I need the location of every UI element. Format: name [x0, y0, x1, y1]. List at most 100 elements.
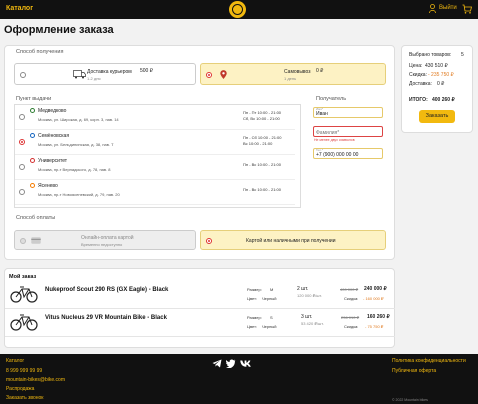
pickup-point-hours: Пн - Вс 10:00 - 21:00 [243, 187, 281, 192]
product-unit-price: 53 420 ₽/шт. [301, 321, 324, 326]
delivery-section-title: Способ получения [16, 49, 64, 55]
metro-icon [30, 158, 35, 163]
online-payment-label: Онлайн-оплата картой [81, 235, 134, 241]
copyright: © 2022 Mountain bikes [392, 398, 428, 402]
courier-price: 500 ₽ [140, 68, 153, 74]
vk-icon[interactable] [240, 359, 252, 368]
pickup-point-hours: Пн - Вс 10:00 - 21:00 [243, 162, 281, 167]
product-discount-value: - 160 000 ₽ [363, 296, 384, 301]
delivery-option-pickup[interactable]: Самовывоз 0 ₽ 1 день [200, 63, 386, 85]
summary-items-label: Выбрано товаров: [409, 52, 452, 58]
last-name-placeholder: Фамилия* [316, 130, 340, 136]
pickup-point-name: Ясенево [38, 183, 58, 189]
pickup-point-address: Москва, ул. Бельдининская, д. 38, пав. Т [38, 142, 114, 147]
footer-callback-link[interactable]: Заказать звонок [6, 395, 43, 401]
product-qty: 2 шт. [297, 286, 309, 292]
summary-total-value: 400 260 ₽ [432, 97, 455, 103]
pickup-point-item[interactable]: Университет Москва, пр-т Вернадского, д.… [15, 155, 295, 180]
product-unit-price: 120 000 ₽/шт. [297, 293, 322, 298]
pickup-point-radio[interactable] [19, 189, 25, 195]
pickup-point-hours: Вс 10:00 - 21:00 [243, 141, 273, 146]
summary-delivery-label: Доставка: [409, 81, 432, 87]
pickup-price: 0 ₽ [316, 68, 324, 74]
pickup-point-radio[interactable] [19, 164, 25, 170]
page-title: Оформление заказа [4, 24, 114, 36]
courier-label: Доставка курьером [87, 69, 132, 75]
product-name[interactable]: Nukeproof Scout 290 RS (GX Eagle) - Blac… [45, 287, 168, 293]
logout-link[interactable]: Выйти [439, 5, 457, 11]
place-order-button[interactable]: Заказать [419, 110, 455, 123]
first-name-value: Иван [316, 111, 328, 117]
product-size-value: M [270, 287, 274, 292]
footer-catalog-link[interactable]: Каталог [6, 358, 24, 364]
product-color-label: Цвет: [247, 324, 258, 329]
logo-icon[interactable] [229, 1, 246, 18]
courier-days: 1-2 дня [87, 76, 101, 81]
product-discount-label: Скидка: [344, 296, 359, 301]
cash-payment-radio[interactable] [206, 238, 212, 244]
product-new-price: 160 260 ₽ [367, 314, 390, 320]
product-color-value: Черный [262, 296, 277, 301]
metro-icon [30, 183, 35, 188]
card-icon [31, 237, 41, 244]
product-new-price: 240 000 ₽ [364, 286, 387, 292]
product-old-price: 236 010 ₽ [341, 315, 360, 320]
metro-icon [30, 108, 35, 113]
courier-radio[interactable] [20, 72, 26, 78]
last-name-field[interactable]: Фамилия* [313, 126, 383, 137]
product-discount-label: Скидка: [344, 324, 359, 329]
online-payment-radio [20, 238, 26, 244]
catalog-link[interactable]: Каталог [6, 5, 33, 12]
pickup-points-title: Пункт выдачи [16, 96, 52, 102]
cash-payment-label: Картой или наличными при получении [246, 238, 336, 244]
summary-price-label: Цена: [409, 63, 423, 69]
row-divider [5, 336, 395, 337]
pickup-point-item[interactable]: Ясенево Москва, пр-т Новоясеневский, д. … [15, 180, 295, 205]
pickup-point-address: Москва, пр-т Новоясеневский, д. 79, пав.… [38, 192, 120, 197]
online-payment-note: Временно недоступно [81, 242, 123, 247]
pickup-label: Самовывоз [284, 69, 311, 75]
summary-items-value: 5 [461, 52, 464, 58]
pickup-point-name: Медведково [38, 108, 67, 114]
pickup-days: 1 день [284, 76, 297, 81]
summary-discount-value: - 235 750 ₽ [428, 72, 454, 78]
pickup-point-item[interactable]: Медведково Москва, ул. Широкая, д. 69, к… [15, 105, 295, 130]
bike-image[interactable] [9, 313, 39, 331]
footer-email[interactable]: mountain-bikes@bike.com [6, 377, 65, 383]
pickup-point-radio[interactable] [19, 114, 25, 120]
product-old-price: 400 000 ₽ [340, 287, 359, 292]
truck-icon [73, 70, 86, 79]
phone-value: +7 (900) 000 00 00 [316, 152, 359, 158]
pickup-points-list[interactable]: Медведково Москва, ул. Широкая, д. 69, к… [14, 104, 301, 208]
product-color-label: Цвет: [247, 296, 258, 301]
footer-sale-link[interactable]: Распродажа [6, 386, 34, 392]
delivery-option-courier[interactable]: Доставка курьером 500 ₽ 1-2 дня [14, 63, 196, 85]
my-order-title: Мой заказ [9, 274, 37, 280]
pickup-point-radio[interactable] [19, 139, 25, 145]
pickup-point-hours: Пн - Пт 10:00 - 21:00 [243, 110, 282, 115]
footer-phone[interactable]: 8 999 999 99 99 [6, 368, 42, 374]
site-footer: Каталог 8 999 999 99 99 mountain-bikes@b… [0, 354, 478, 404]
pickup-radio[interactable] [206, 72, 212, 78]
payment-option-online: Онлайн-оплата картой Временно недоступно [14, 230, 196, 250]
telegram-icon[interactable] [212, 359, 222, 368]
cart-icon[interactable] [462, 4, 472, 14]
pickup-point-hours: Сб, Вс 10:00 - 21:00 [243, 116, 280, 121]
phone-field[interactable]: Тел.* +7 (900) 000 00 00 [313, 148, 383, 159]
twitter-icon[interactable] [226, 359, 236, 368]
map-pin-icon [220, 70, 227, 79]
recipient-title: Получатель [316, 96, 347, 102]
bike-image[interactable] [9, 285, 39, 303]
privacy-policy-link[interactable]: Политика конфиденциальности [392, 358, 466, 364]
order-product-row: Nukeproof Scout 290 RS (GX Eagle) - Blac… [5, 281, 395, 309]
pickup-point-item[interactable]: Семёновская Москва, ул. Бельдининская, д… [15, 130, 295, 155]
payment-option-cash[interactable]: Картой или наличными при получении [200, 230, 386, 250]
public-offer-link[interactable]: Публичная оферта [392, 368, 436, 374]
product-name[interactable]: Vitus Nucleus 29 VR Mountain Bike - Blac… [45, 315, 167, 321]
product-color-value: Черный [262, 324, 277, 329]
user-icon[interactable] [429, 4, 436, 13]
first-name-field[interactable]: Имя* Иван [313, 107, 383, 118]
pickup-point-address: Москва, ул. Широкая, д. 69, корп. 3, пав… [38, 117, 119, 122]
pickup-point-address: Москва, пр-т Вернадского, д. 78, пав. 8 [38, 167, 111, 172]
pickup-point-name: Семёновская [38, 133, 70, 139]
